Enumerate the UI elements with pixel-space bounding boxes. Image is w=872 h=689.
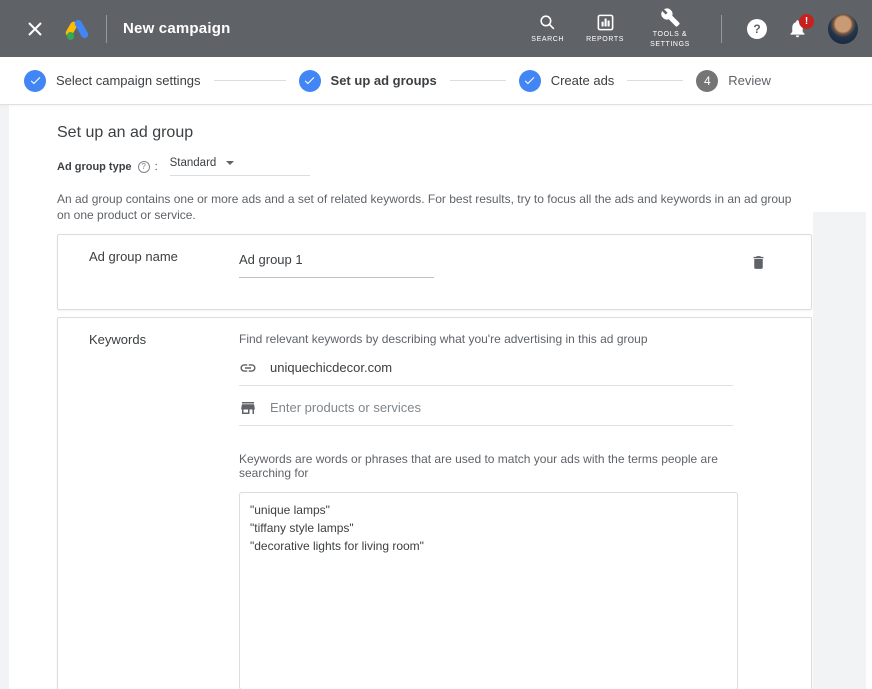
reports-nav-button[interactable]: REPORTS [586, 13, 624, 44]
wrench-icon [660, 8, 680, 28]
help-icon[interactable]: ? [137, 160, 150, 173]
storefront-icon [241, 401, 255, 414]
products-services-input[interactable] [270, 400, 733, 416]
header-divider [721, 14, 722, 43]
ad-group-type-label: Ad group type [57, 160, 132, 173]
search-icon [540, 15, 555, 30]
avatar[interactable] [828, 13, 858, 44]
notification-badge: ! [799, 13, 814, 29]
main-content: Set up an ad group Ad group type ? : Sta… [0, 105, 872, 689]
reports-nav-label: REPORTS [586, 35, 624, 43]
ad-group-type-value: Standard [169, 157, 217, 169]
reports-icon [597, 14, 613, 31]
header-divider [106, 14, 107, 43]
page-title: New campaign [123, 20, 231, 37]
step-label: Set up ad groups [330, 73, 437, 88]
ad-group-type-row: Ad group type ? : Standard [57, 157, 872, 176]
progress-stepper: Select campaign settings Set up ad group… [0, 57, 872, 105]
app-header: New campaign SEARCH REPORTS TOOLS & SETT… [0, 0, 872, 57]
check-icon [30, 77, 40, 85]
section-title: Set up an ad group [57, 124, 194, 141]
step-create-ads[interactable]: Create ads [518, 69, 615, 92]
help-icon: ? [747, 18, 767, 39]
step-label: Create ads [550, 73, 615, 88]
step-set-up-ad-groups[interactable]: Set up ad groups [298, 69, 437, 92]
ad-group-name-card: Ad group name [57, 234, 812, 311]
keywords-find-hint: Find relevant keywords by describing wha… [239, 332, 648, 347]
step-connector [627, 80, 684, 81]
step-label: Select campaign settings [56, 73, 201, 88]
check-icon [525, 77, 535, 85]
delete-ad-group-button[interactable] [747, 251, 769, 273]
help-button[interactable]: ? [742, 14, 772, 44]
step-check-circle [298, 69, 321, 92]
ad-group-description: An ad group contains one or more ads and… [57, 192, 792, 223]
keywords-match-description: Keywords are words or phrases that are u… [239, 452, 718, 481]
ad-group-name-label: Ad group name [89, 249, 178, 265]
step-check-circle [518, 69, 541, 92]
search-nav-label: SEARCH [531, 35, 565, 43]
notifications-button[interactable]: ! [780, 12, 814, 46]
step-select-campaign-settings[interactable]: Select campaign settings [24, 69, 201, 92]
close-icon [28, 21, 42, 36]
ad-group-type-select[interactable]: Standard [169, 157, 310, 176]
website-input-row [239, 350, 733, 387]
logo-blue-bar [73, 18, 90, 39]
tools-settings-nav-button[interactable]: TOOLS & SETTINGS [646, 8, 694, 48]
chevron-down-icon [226, 161, 235, 165]
keywords-label: Keywords [89, 332, 147, 348]
step-number-circle: 4 [696, 69, 719, 92]
trash-icon [753, 256, 763, 269]
products-input-row [239, 390, 733, 427]
website-input[interactable] [270, 360, 733, 376]
keywords-textarea[interactable]: "unique lamps" "tiffany style lamps" "de… [239, 492, 738, 689]
check-icon [304, 77, 315, 85]
step-check-circle [24, 69, 46, 92]
search-nav-button[interactable]: SEARCH [531, 13, 564, 44]
step-connector [449, 80, 506, 81]
link-icon [240, 364, 256, 372]
logo-green-dot [66, 32, 74, 40]
tools-settings-nav-label: TOOLS & SETTINGS [650, 31, 690, 48]
step-review[interactable]: 4 Review [696, 69, 771, 92]
step-connector [213, 80, 286, 81]
step-label: Review [728, 73, 771, 88]
ad-group-type-separator: : [154, 160, 158, 173]
ad-group-name-input[interactable] [239, 249, 434, 279]
google-ads-logo [64, 17, 90, 41]
close-button[interactable] [18, 12, 52, 46]
keywords-card: Keywords Find relevant keywords by descr… [57, 317, 812, 689]
